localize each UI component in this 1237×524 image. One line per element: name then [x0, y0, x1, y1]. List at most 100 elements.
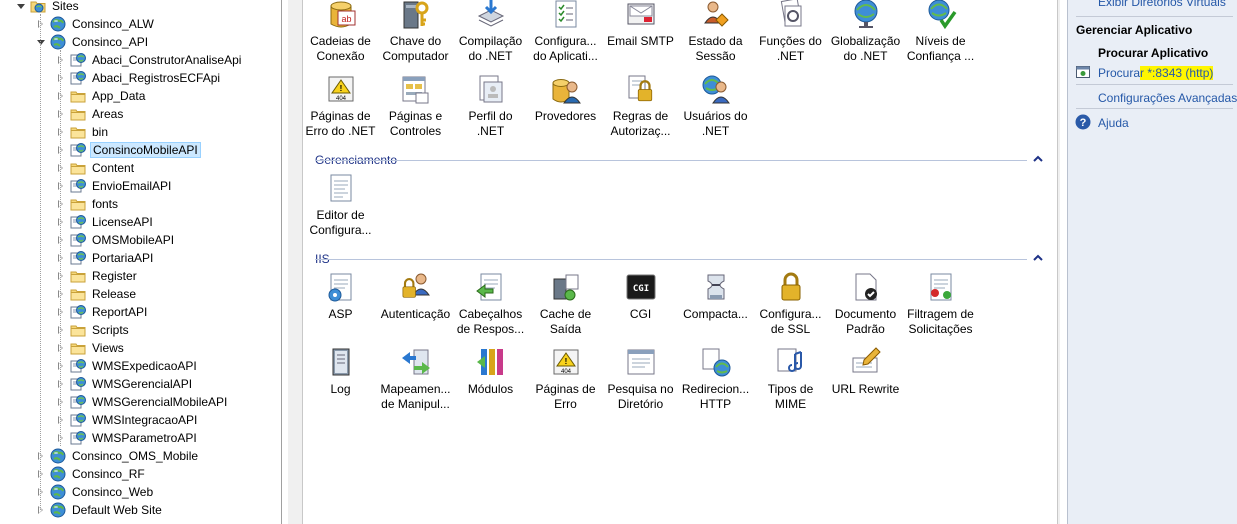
feature-authorization-rules[interactable]: Regras de Autorizaç...	[603, 73, 678, 139]
expand-arrow-icon[interactable]	[56, 307, 66, 317]
expand-arrow-icon[interactable]	[36, 469, 46, 479]
tree-item[interactable]: ReportAPI	[56, 303, 149, 321]
feature-connection-strings[interactable]: ab Cadeias de Conexão	[303, 0, 378, 64]
expand-arrow-icon[interactable]	[56, 235, 66, 245]
feature-cgi[interactable]: CGI CGI	[603, 271, 678, 322]
expand-arrow-icon[interactable]	[56, 73, 66, 83]
feature-mime-types[interactable]: Tipos de MIME	[753, 346, 828, 412]
feature-request-filtering[interactable]: Filtragem de Solicitações	[903, 271, 978, 337]
tree-item[interactable]: WMSExpedicaoAPI	[56, 357, 199, 375]
tree-item[interactable]: LicenseAPI	[56, 213, 155, 231]
feature-url-rewrite[interactable]: URL Rewrite	[828, 346, 903, 397]
tree-item[interactable]: App_Data	[56, 87, 147, 105]
tree-item[interactable]: Scripts	[56, 321, 131, 339]
feature-globalization[interactable]: Globalização do .NET	[828, 0, 903, 64]
tree-item[interactable]: Default Web Site	[36, 501, 164, 519]
feature-compression[interactable]: Compacta...	[678, 271, 753, 322]
feature-trust-levels[interactable]: Níveis de Confiança ...	[903, 0, 978, 64]
tree-item[interactable]: Register	[56, 267, 139, 285]
tree-item[interactable]: Consinco_OMS_Mobile	[36, 447, 200, 465]
feature-compilation[interactable]: Compilação do .NET	[453, 0, 528, 64]
feature-config-editor[interactable]: Editor de Configura...	[303, 172, 378, 238]
tree-item[interactable]: WMSIntegracaoAPI	[56, 411, 199, 429]
feature-pages-controls[interactable]: Páginas e Controles	[378, 73, 453, 139]
tree-item[interactable]: PortariaAPI	[56, 249, 155, 267]
expand-arrow-icon[interactable]	[36, 505, 46, 515]
expand-arrow-icon[interactable]	[56, 289, 66, 299]
connections-tree[interactable]: Sites Consinco_ALW Consinco_API Abaci_Const…	[0, 0, 282, 524]
feature-default-document[interactable]: Documento Padrão	[828, 271, 903, 337]
tree-item[interactable]: ConsincoMobileAPI	[56, 141, 201, 159]
expand-arrow-icon[interactable]	[56, 217, 66, 227]
collapse-chevron-icon[interactable]	[1033, 253, 1043, 263]
expand-arrow-icon[interactable]	[56, 271, 66, 281]
tree-item[interactable]: Release	[56, 285, 138, 303]
feature-output-cache[interactable]: Cache de Saída	[528, 271, 603, 337]
tree-item[interactable]: Areas	[56, 105, 125, 123]
collapse-arrow-icon[interactable]	[36, 37, 46, 47]
feature-net-roles[interactable]: Funções do .NET	[753, 0, 828, 64]
expand-arrow-icon[interactable]	[56, 55, 66, 65]
feature-ssl-settings[interactable]: Configura... de SSL	[753, 271, 828, 337]
tree-item[interactable]: OMSMobileAPI	[56, 231, 176, 249]
tree-item[interactable]: bin	[56, 123, 110, 141]
advanced-settings-link[interactable]: Configurações Avançadas	[1098, 90, 1237, 106]
feature-http-redirect[interactable]: Redirecion... HTTP	[678, 346, 753, 412]
collapse-arrow-icon[interactable]	[16, 1, 26, 11]
tree-item[interactable]: Content	[56, 159, 136, 177]
feature-logging[interactable]: Log	[303, 346, 378, 397]
feature-handler-mappings[interactable]: Mapeamen... de Manipul...	[378, 346, 453, 412]
expand-arrow-icon[interactable]	[56, 199, 66, 209]
feature-error-pages[interactable]: ! 404 Páginas de Erro	[528, 346, 603, 412]
tree-item[interactable]: Consinco_RF	[36, 465, 147, 483]
feature-net-error-pages[interactable]: ! 404 Páginas de Erro do .NET	[303, 73, 378, 139]
expand-arrow-icon[interactable]	[56, 145, 66, 155]
tree-item[interactable]: Abaci_RegistrosECFApi	[56, 69, 222, 87]
tree-item[interactable]: Sites	[16, 0, 81, 15]
tree-item[interactable]: Consinco_ALW	[36, 15, 156, 33]
feature-smtp-email[interactable]: Email SMTP	[603, 0, 678, 49]
expand-arrow-icon[interactable]	[56, 397, 66, 407]
expand-arrow-icon[interactable]	[56, 343, 66, 353]
feature-session-state[interactable]: Estado da Sessão	[678, 0, 753, 64]
feature-providers[interactable]: Provedores	[528, 73, 603, 124]
tree-item[interactable]: Consinco_API	[36, 33, 150, 51]
feature-net-profile[interactable]: Perfil do .NET	[453, 73, 528, 139]
expand-arrow-icon[interactable]	[56, 379, 66, 389]
feature-authentication[interactable]: Autenticação	[378, 271, 453, 322]
tree-item[interactable]: Views	[56, 339, 126, 357]
expand-arrow-icon[interactable]	[56, 127, 66, 137]
tree-item[interactable]: Consinco_Web	[36, 483, 155, 501]
feature-net-users[interactable]: Usuários do .NET	[678, 73, 753, 139]
expand-arrow-icon[interactable]	[56, 109, 66, 119]
tree-item[interactable]: WMSGerencialAPI	[56, 375, 194, 393]
tree-item[interactable]: WMSGerencialMobileAPI	[56, 393, 229, 411]
browse-link[interactable]: Procurar *:8343 (http)	[1098, 65, 1214, 81]
collapse-chevron-icon[interactable]	[1033, 154, 1043, 164]
expand-arrow-icon[interactable]	[56, 91, 66, 101]
expand-arrow-icon[interactable]	[36, 451, 46, 461]
expand-arrow-icon[interactable]	[56, 325, 66, 335]
expand-arrow-icon[interactable]	[56, 253, 66, 263]
tree-item[interactable]: WMSParametroAPI	[56, 429, 199, 447]
expand-arrow-icon[interactable]	[36, 19, 46, 29]
help-link[interactable]: Ajuda	[1098, 115, 1129, 131]
feature-directory-browsing[interactable]: Pesquisa no Diretório	[603, 346, 678, 412]
feature-machine-key[interactable]: Chave do Computador	[378, 0, 453, 64]
expand-arrow-icon[interactable]	[56, 181, 66, 191]
expand-arrow-icon[interactable]	[56, 361, 66, 371]
expand-arrow-icon[interactable]	[56, 163, 66, 173]
feature-modules[interactable]: Módulos	[453, 346, 528, 397]
section-gerenciamento[interactable]: Gerenciamento	[315, 152, 1045, 168]
expand-arrow-icon[interactable]	[36, 487, 46, 497]
tree-item[interactable]: Abaci_ConstrutorAnaliseApi	[56, 51, 243, 69]
feature-asp[interactable]: ASP	[303, 271, 378, 322]
expand-arrow-icon[interactable]	[56, 415, 66, 425]
view-virtual-directories-link[interactable]: Exibir Diretórios Virtuais	[1098, 0, 1226, 10]
feature-app-settings[interactable]: Configura... do Aplicati...	[528, 0, 603, 64]
tree-item[interactable]: fonts	[56, 195, 120, 213]
tree-item[interactable]: EnvioEmailAPI	[56, 177, 173, 195]
section-iis[interactable]: IIS	[315, 251, 1045, 267]
feature-response-headers[interactable]: Cabeçalhos de Respos...	[453, 271, 528, 337]
expand-arrow-icon[interactable]	[56, 433, 66, 443]
